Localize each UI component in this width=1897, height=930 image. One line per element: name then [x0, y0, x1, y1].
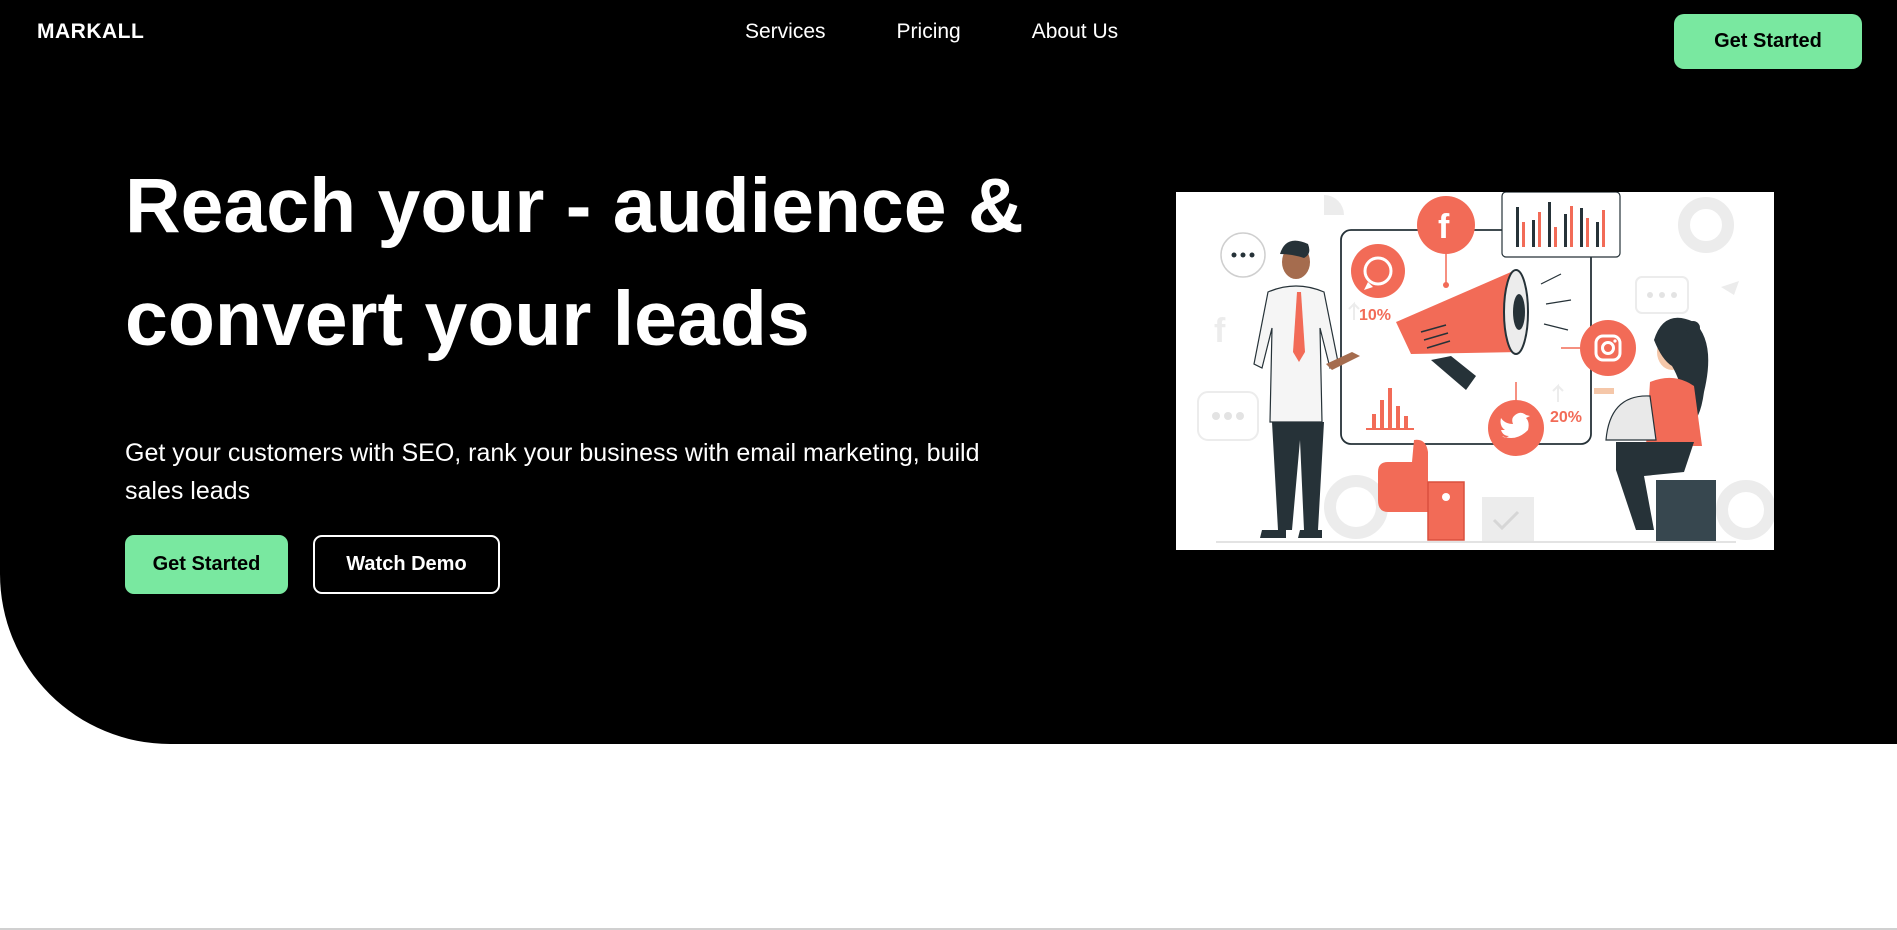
hero-headline: Reach your - audience & convert your lea…	[125, 163, 1024, 362]
bar-chart-icon	[1501, 192, 1621, 258]
marketing-illustration: f f 10% 20%	[1176, 192, 1774, 550]
watch-demo-button[interactable]: Watch Demo	[313, 535, 500, 594]
nav-link-services[interactable]: Services	[745, 20, 826, 44]
get-started-button[interactable]: Get Started	[125, 535, 288, 594]
svg-text:f: f	[1214, 312, 1226, 350]
main-nav: Services Pricing About Us	[745, 20, 1118, 44]
nav-link-pricing[interactable]: Pricing	[897, 20, 961, 44]
svg-text:20%: 20%	[1550, 409, 1582, 426]
svg-text:10%: 10%	[1359, 307, 1391, 324]
nav-link-about-us[interactable]: About Us	[1032, 20, 1118, 44]
brand-logo[interactable]: MARKALL	[37, 20, 144, 44]
svg-text:f: f	[1438, 208, 1450, 246]
nav-get-started-button[interactable]: Get Started	[1674, 14, 1862, 69]
hero-section: MARKALL Services Pricing About Us Get St…	[0, 0, 1897, 744]
hero-subtitle: Get your customers with SEO, rank your b…	[125, 439, 980, 505]
chat-bubble-icon	[1220, 232, 1266, 278]
